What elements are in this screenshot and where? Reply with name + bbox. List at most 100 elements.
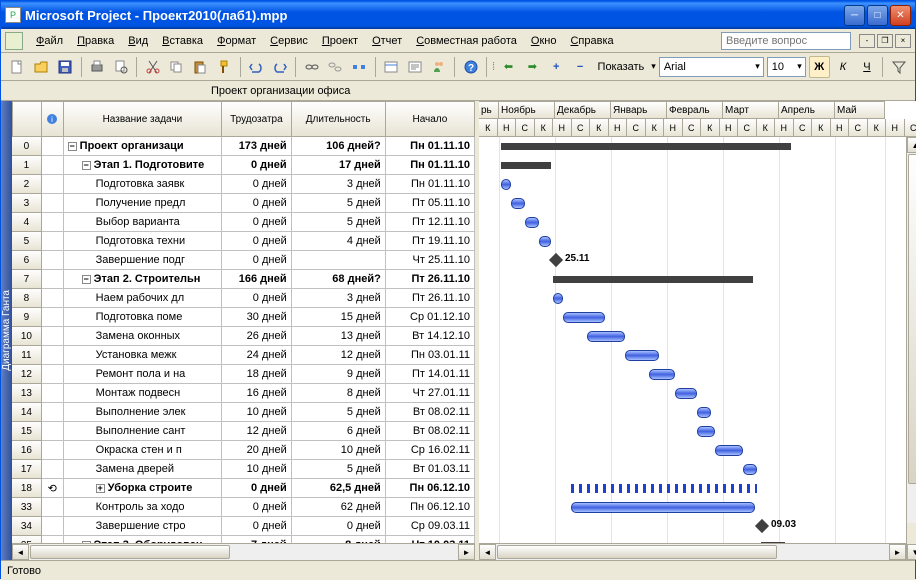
task-bar[interactable] xyxy=(553,293,563,304)
open-button[interactable] xyxy=(31,56,52,78)
gantt-row[interactable] xyxy=(479,422,916,441)
cut-button[interactable] xyxy=(142,56,163,78)
milestone-icon[interactable] xyxy=(755,519,769,533)
table-row[interactable]: 35−Этап 3. Оборудован7 дней8 днейЧт 10.0… xyxy=(12,536,475,543)
gantt-scroll-right-button[interactable]: ► xyxy=(889,544,906,560)
maximize-button[interactable]: □ xyxy=(867,5,888,26)
task-bar[interactable] xyxy=(571,502,755,513)
mdi-restore-button[interactable]: ❐ xyxy=(877,34,893,48)
menu-формат[interactable]: Формат xyxy=(210,33,263,49)
help-button[interactable]: ? xyxy=(460,56,481,78)
add-task-button[interactable]: + xyxy=(546,56,567,78)
arrow-left-button[interactable]: ⬅ xyxy=(498,56,519,78)
task-bar[interactable] xyxy=(525,217,539,228)
show-label[interactable]: Показать xyxy=(594,61,649,73)
task-bar[interactable] xyxy=(697,407,711,418)
table-row[interactable]: 15Выполнение сант12 дней6 днейВт 08.02.1… xyxy=(12,422,475,441)
gantt-row[interactable]: 09.03 xyxy=(479,517,916,536)
gantt-row[interactable] xyxy=(479,156,916,175)
task-bar[interactable] xyxy=(649,369,675,380)
table-row[interactable]: 13Монтаж подвесн16 дней8 днейЧт 27.01.11 xyxy=(12,384,475,403)
bold-button[interactable]: Ж xyxy=(809,56,830,78)
summary-bar[interactable] xyxy=(553,276,753,283)
table-row[interactable]: 4Выбор варианта0 дней5 днейПт 12.11.10 xyxy=(12,213,475,232)
remove-task-button[interactable]: − xyxy=(570,56,591,78)
task-bar[interactable] xyxy=(743,464,757,475)
gantt-row[interactable] xyxy=(479,441,916,460)
task-bar[interactable] xyxy=(587,331,625,342)
table-row[interactable]: 1−Этап 1. Подготовите0 дней17 днейПн 01.… xyxy=(12,156,475,175)
table-row[interactable]: 11Установка межк24 дней12 днейПн 03.01.1… xyxy=(12,346,475,365)
menu-правка[interactable]: Правка xyxy=(70,33,121,49)
font-size-combo[interactable]: 10 xyxy=(767,57,806,77)
gantt-row[interactable] xyxy=(479,327,916,346)
menu-окно[interactable]: Окно xyxy=(524,33,564,49)
col-duration[interactable]: Длительность xyxy=(292,101,386,137)
recurring-bar[interactable] xyxy=(571,484,757,493)
scroll-down-button[interactable]: ▼ xyxy=(907,544,916,560)
table-row[interactable]: 16Окраска стен и п20 дней10 днейСр 16.02… xyxy=(12,441,475,460)
assign-resources-button[interactable] xyxy=(428,56,449,78)
gantt-row[interactable] xyxy=(479,460,916,479)
table-row[interactable]: 8Наем рабочих дл0 дней3 днейПт 26.11.10 xyxy=(12,289,475,308)
unlink-tasks-button[interactable] xyxy=(325,56,346,78)
redo-button[interactable] xyxy=(269,56,290,78)
table-row[interactable]: 9Подготовка поме30 дней15 днейСр 01.12.1… xyxy=(12,308,475,327)
grid-hscrollbar[interactable]: ◄ ► xyxy=(12,543,475,560)
table-row[interactable]: 34Завершение стро0 дней0 днейСр 09.03.11 xyxy=(12,517,475,536)
table-row[interactable]: 14Выполнение элек10 дней5 днейВт 08.02.1… xyxy=(12,403,475,422)
paste-button[interactable] xyxy=(190,56,211,78)
gantt-row[interactable] xyxy=(479,213,916,232)
print-preview-button[interactable] xyxy=(110,56,131,78)
menu-вид[interactable]: Вид xyxy=(121,33,155,49)
arrow-right-button[interactable]: ➡ xyxy=(522,56,543,78)
new-button[interactable] xyxy=(7,56,28,78)
gantt-scroll-left-button[interactable]: ◄ xyxy=(479,544,496,560)
col-task-name[interactable]: Название задачи xyxy=(64,101,223,137)
gantt-vscrollbar[interactable]: ▲ ▼ xyxy=(906,137,916,560)
gantt-row[interactable] xyxy=(479,175,916,194)
gantt-row[interactable] xyxy=(479,194,916,213)
scroll-left-button[interactable]: ◄ xyxy=(12,544,29,560)
close-button[interactable]: ✕ xyxy=(890,5,911,26)
task-bar[interactable] xyxy=(539,236,551,247)
summary-bar[interactable] xyxy=(501,162,551,169)
task-bar[interactable] xyxy=(715,445,743,456)
scroll-up-button[interactable]: ▲ xyxy=(907,137,916,153)
menu-app-icon[interactable] xyxy=(5,32,23,50)
table-row[interactable]: 10Замена оконных26 дней13 днейВт 14.12.1… xyxy=(12,327,475,346)
split-task-button[interactable] xyxy=(349,56,370,78)
table-row[interactable]: 6Завершение подг0 днейЧт 25.11.10 xyxy=(12,251,475,270)
menu-отчет[interactable]: Отчет xyxy=(365,33,409,49)
gantt-row[interactable] xyxy=(479,498,916,517)
link-tasks-button[interactable] xyxy=(301,56,322,78)
gantt-row[interactable] xyxy=(479,232,916,251)
table-row[interactable]: 3Получение предл0 дней5 днейПт 05.11.10 xyxy=(12,194,475,213)
table-row[interactable]: 17Замена дверей10 дней5 днейВт 01.03.11 xyxy=(12,460,475,479)
gantt-row[interactable] xyxy=(479,308,916,327)
task-bar[interactable] xyxy=(501,179,511,190)
menu-вставка[interactable]: Вставка xyxy=(155,33,210,49)
task-bar[interactable] xyxy=(625,350,659,361)
gantt-row[interactable] xyxy=(479,365,916,384)
gantt-row[interactable] xyxy=(479,479,916,498)
col-work[interactable]: Трудозатра xyxy=(222,101,291,137)
gantt-row[interactable] xyxy=(479,403,916,422)
filter-button[interactable] xyxy=(888,56,909,78)
summary-bar[interactable] xyxy=(501,143,791,150)
table-row[interactable]: 33Контроль за ходо0 дней62 днейПн 06.12.… xyxy=(12,498,475,517)
col-indicator[interactable]: i xyxy=(42,101,64,137)
scroll-right-button[interactable]: ► xyxy=(458,544,475,560)
underline-button[interactable]: Ч xyxy=(856,56,877,78)
menu-справка[interactable]: Справка xyxy=(563,33,620,49)
format-painter-button[interactable] xyxy=(214,56,235,78)
gantt-row[interactable] xyxy=(479,289,916,308)
gantt-row[interactable] xyxy=(479,270,916,289)
gantt-hscrollbar[interactable]: ◄ ► xyxy=(479,543,906,560)
menu-файл[interactable]: Файл xyxy=(29,33,70,49)
task-bar[interactable] xyxy=(675,388,697,399)
table-row[interactable]: 7−Этап 2. Строительн166 дней68 дней?Пт 2… xyxy=(12,270,475,289)
menu-сервис[interactable]: Сервис xyxy=(263,33,315,49)
gantt-row[interactable]: 25.11 xyxy=(479,251,916,270)
task-info-button[interactable] xyxy=(381,56,402,78)
